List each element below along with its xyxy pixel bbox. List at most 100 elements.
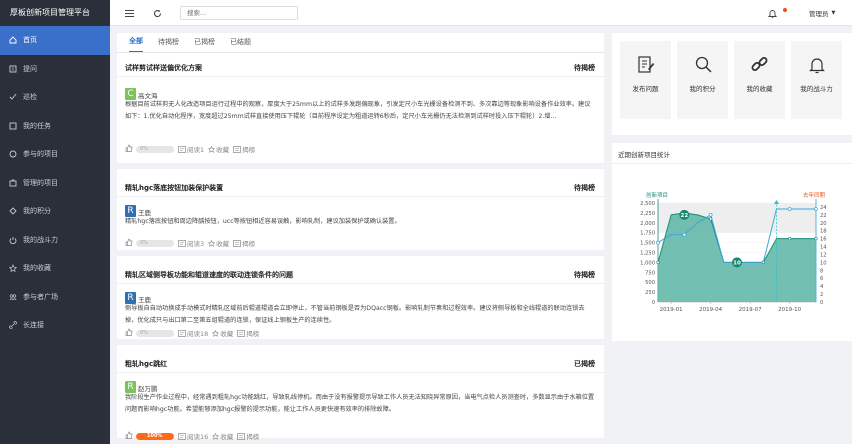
card-description: 侧导板自自动功换成手动模式时精轧区域前后辊道辊道会立即停止，不管当前钢板是否为D… bbox=[125, 305, 585, 324]
progress-label: 100% bbox=[147, 432, 163, 439]
list-label: 揭榜 bbox=[242, 146, 256, 154]
progress-bar: 0% bbox=[136, 329, 174, 337]
list-button[interactable]: 揭榜 bbox=[233, 238, 255, 248]
list-icon bbox=[233, 145, 241, 153]
menu-toggle-icon[interactable] bbox=[124, 8, 134, 18]
project-card[interactable]: 精轧hgc落底按钮加装保护装置 待揭榜 R 王鹿 精轧hgc落底按钮和周边降龋按钮，uc… bbox=[117, 175, 604, 256]
favorite-button[interactable]: 收藏 bbox=[212, 328, 233, 338]
sidebar-item-5[interactable]: 管理的项目 bbox=[0, 169, 110, 198]
card-title[interactable]: 精轧区域侧导板功能和辊道速度的联动连锁条件的问题 bbox=[125, 270, 293, 280]
card-actions: 0% 阅读3 收藏 揭榜 bbox=[125, 238, 259, 248]
thumb-icon[interactable] bbox=[125, 238, 133, 248]
card-title[interactable]: 试样剪试样送偏优化方案 bbox=[125, 63, 202, 73]
sidebar-item-label: 首页 bbox=[23, 36, 37, 45]
y-tick-label: 1,000 bbox=[640, 260, 655, 266]
progress-bar: 100% bbox=[136, 432, 174, 440]
square-icon bbox=[8, 292, 17, 301]
y-tick-label: 0 bbox=[652, 300, 655, 306]
favorite-icon bbox=[8, 264, 17, 273]
sidebar-item-1[interactable]: 提问 bbox=[0, 55, 110, 84]
quick-publish[interactable]: 发布问题 bbox=[620, 41, 671, 119]
quick-power[interactable]: 我的战斗力 bbox=[791, 41, 842, 119]
project-card[interactable]: 精轧区域侧导板功能和辊道速度的联动连锁条件的问题 待揭榜 R 王鹿 侧导板自自动功换成手… bbox=[117, 262, 604, 345]
tab-pending[interactable]: 待揭榜 bbox=[158, 37, 179, 52]
refresh-icon[interactable] bbox=[152, 8, 162, 18]
y2-tick-label: 12 bbox=[820, 252, 827, 258]
sidebar-item-8[interactable]: 我的收藏 bbox=[0, 254, 110, 283]
read-icon bbox=[178, 145, 186, 153]
quick-label: 我的积分 bbox=[689, 85, 716, 93]
favorite-label: 收藏 bbox=[216, 146, 230, 154]
favorite-button[interactable]: 收藏 bbox=[208, 238, 229, 248]
read-label: 阅读18 bbox=[187, 330, 209, 338]
favorite-label: 收藏 bbox=[220, 330, 234, 338]
project-card[interactable]: 粗轧hgc跳红 已揭榜 R 赵万鹏 我阶段生产作业过程中，经常遇到粗轧hgc功能跳红，导… bbox=[117, 351, 604, 444]
edit-icon bbox=[8, 64, 17, 73]
list-label: 揭榜 bbox=[246, 330, 260, 338]
quick-label: 我的战斗力 bbox=[800, 85, 833, 93]
thumb-icon[interactable] bbox=[125, 328, 133, 338]
y2-tick-label: 0 bbox=[820, 300, 823, 306]
tab-closed[interactable]: 已结题 bbox=[230, 37, 251, 52]
y2-tick-label: 4 bbox=[820, 284, 824, 290]
tab-taken[interactable]: 已揭榜 bbox=[194, 37, 215, 52]
x-tick-label: 2019-07 bbox=[739, 307, 762, 313]
data-label: 10 bbox=[733, 260, 741, 266]
chart-title: 近期创新项目统计 bbox=[618, 151, 670, 159]
list-button[interactable]: 揭榜 bbox=[237, 328, 259, 338]
thumb-icon[interactable] bbox=[125, 144, 133, 154]
series-point bbox=[709, 217, 713, 221]
sidebar-item-7[interactable]: 我的战斗力 bbox=[0, 226, 110, 255]
card-actions: 0% 阅读1 收藏 揭榜 bbox=[125, 144, 259, 154]
quick-label: 发布问题 bbox=[632, 85, 659, 93]
list-icon bbox=[237, 432, 246, 440]
power-icon bbox=[8, 235, 17, 244]
read-icon bbox=[178, 432, 186, 440]
card-title[interactable]: 精轧hgc落底按钮加装保护装置 bbox=[125, 183, 223, 193]
top-bar: 管理员 ▼ bbox=[110, 0, 852, 26]
sidebar-item-9[interactable]: 参与者广场 bbox=[0, 283, 110, 312]
sidebar-item-6[interactable]: 我的积分 bbox=[0, 197, 110, 226]
card-title[interactable]: 粗轧hgc跳红 bbox=[125, 359, 167, 369]
read-count[interactable]: 阅读1 bbox=[178, 144, 204, 154]
y2-tick-label: 24 bbox=[820, 205, 827, 211]
series-point bbox=[788, 237, 792, 241]
tab-all[interactable]: 全部 bbox=[129, 36, 143, 52]
progress-label: 0% bbox=[140, 329, 148, 336]
list-label: 揭榜 bbox=[246, 433, 260, 441]
x-tick-label: 2019-04 bbox=[699, 307, 722, 313]
sidebar-item-label: 管理的项目 bbox=[23, 178, 58, 187]
quick-favorites[interactable]: 我的收藏 bbox=[734, 41, 785, 119]
read-count[interactable]: 阅读3 bbox=[178, 238, 204, 248]
sidebar-item-2[interactable]: 巡检 bbox=[0, 83, 110, 112]
read-count[interactable]: 阅读18 bbox=[178, 328, 208, 338]
sidebar-item-3[interactable]: 我的任务 bbox=[0, 112, 110, 141]
progress-label: 0% bbox=[140, 145, 148, 152]
notification-bell-icon[interactable] bbox=[767, 8, 777, 18]
link-icon bbox=[751, 57, 767, 71]
sidebar-item-0[interactable]: 首页 bbox=[0, 26, 110, 55]
sidebar-item-label: 巡检 bbox=[23, 93, 37, 102]
thumb-icon[interactable] bbox=[125, 431, 133, 441]
favorite-button[interactable]: 收藏 bbox=[208, 144, 229, 154]
favorite-label: 收藏 bbox=[216, 240, 230, 248]
project-card[interactable]: 试样剪试样送偏优化方案 待揭榜 C 高文海 根据目前试样剪无人化改造项目运行过程中的观察… bbox=[117, 55, 604, 169]
link-icon bbox=[8, 321, 17, 330]
x-tick-label: 2019-01 bbox=[660, 307, 683, 313]
y2-tick-label: 18 bbox=[820, 229, 827, 235]
y2-tick-label: 6 bbox=[820, 276, 823, 282]
read-count[interactable]: 阅读16 bbox=[178, 431, 208, 441]
favorite-button[interactable]: 收藏 bbox=[212, 431, 233, 441]
quick-label: 我的收藏 bbox=[746, 85, 773, 93]
progress-bar: 0% bbox=[136, 145, 174, 153]
list-button[interactable]: 揭榜 bbox=[237, 431, 259, 441]
y-tick-label: 1,250 bbox=[640, 251, 655, 257]
project-list-panel: 全部 待揭榜 已揭榜 已结题 试样剪试样送偏优化方案 待揭榜 C 高文海 根据目前试样剪… bbox=[117, 33, 604, 444]
list-button[interactable]: 揭榜 bbox=[233, 144, 255, 154]
sidebar-item-4[interactable]: 参与的项目 bbox=[0, 140, 110, 169]
search-input[interactable] bbox=[180, 6, 298, 20]
sidebar-item-label: 参与者广场 bbox=[23, 292, 58, 301]
user-menu[interactable]: 管理员 ▼ bbox=[809, 8, 835, 18]
quick-points[interactable]: 我的积分 bbox=[677, 41, 728, 119]
sidebar-item-10[interactable]: 长连接 bbox=[0, 311, 110, 340]
